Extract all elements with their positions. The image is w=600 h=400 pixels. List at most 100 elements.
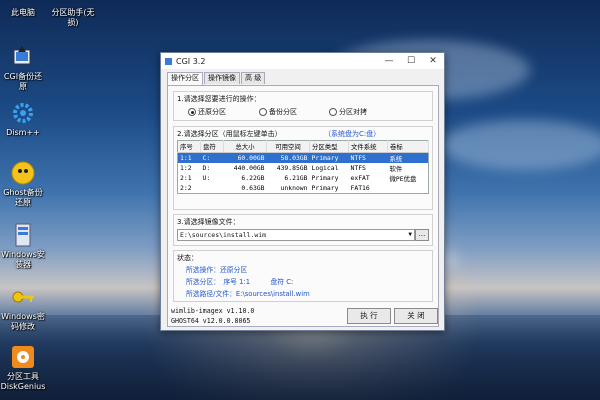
desktop-icon-label: 分区助手(无损) — [51, 8, 95, 27]
cell-total-size: 60.00GB — [223, 152, 267, 163]
app-icon — [165, 57, 172, 65]
cell-file-system: NTFS — [348, 152, 388, 163]
section2-label: 2.请选择分区（用鼠标左键单击） — [177, 130, 282, 138]
cell-partition-type: Primary — [311, 184, 339, 192]
cell-drive: U: — [202, 174, 211, 182]
image-path-select[interactable]: E:\sources\install.wim ▼ — [177, 229, 415, 241]
desktop-icon-label: Dism++ — [6, 128, 40, 137]
windows-installer-icon — [10, 222, 36, 248]
desktop-icon-partition-assistant[interactable]: 分区助手(无损) — [48, 0, 98, 28]
cell-total-size: 6.22GB — [241, 174, 265, 182]
desktop-icon-label: Ghost备份还原 — [3, 188, 43, 207]
cell-drive — [201, 183, 224, 194]
chevron-down-icon[interactable]: ▼ — [408, 230, 412, 240]
desktop-icon-label: CGI备份还原 — [3, 72, 43, 91]
radio-label: 备份分区 — [269, 108, 297, 116]
operate-partition-panel: 1.请选择您要进行的操作： 还原分区 备份分区 分区对拷 2.请选择分区（用鼠标… — [167, 85, 439, 327]
tab-advanced[interactable]: 高 级 — [241, 72, 266, 84]
execute-button[interactable]: 执 行 — [347, 308, 391, 324]
radio-dot — [329, 108, 337, 116]
radio-backup-partition[interactable]: 备份分区 — [259, 107, 297, 117]
wimlib-version: wimlib-imagex v1.10.0 — [171, 307, 255, 315]
cell-total-size: 0.63GB — [241, 184, 265, 192]
title-bar[interactable]: CGI 3.2 — ☐ ✕ — [161, 53, 444, 69]
cell-partition-type: Logical — [311, 164, 339, 172]
status-path: 所选路径/文件：E:\sources\install.wim — [186, 290, 310, 298]
table-row[interactable]: 2:1 U: 6.22GB 6.21GB Primary exFAT 微PE优盘 — [178, 173, 429, 183]
col-volume-label[interactable]: 卷标 — [387, 140, 429, 153]
cell-file-system: FAT16 — [350, 184, 370, 192]
col-total-size[interactable]: 总大小 — [223, 140, 267, 153]
browse-button[interactable]: ... — [415, 229, 429, 241]
cell-index: 2:1 — [180, 174, 192, 182]
desktop-icon-diskgenius[interactable]: 分区工具DiskGenius — [0, 344, 46, 392]
table-row[interactable]: 1:1 C: 60.00GB 58.03GB Primary NTFS 系统 — [177, 152, 429, 163]
desktop-icon-windows-installer[interactable]: Windows安装器 — [0, 222, 46, 270]
status-operation: 所选操作：还原分区 — [186, 266, 248, 274]
desktop-icon-label: 此电脑 — [11, 8, 35, 17]
cell-volume-label: 软件 — [389, 164, 403, 173]
desktop-icon-this-pc[interactable]: 此电脑 — [0, 0, 46, 18]
computer-icon — [10, 0, 36, 6]
cell-volume-label: 微PE优盘 — [389, 174, 417, 183]
cell-free-space: 439.85GB — [276, 164, 308, 172]
cell-index: 1:2 — [180, 164, 192, 172]
col-partition-type[interactable]: 分区类型 — [309, 140, 349, 153]
cell-free-space: 6.21GB — [284, 174, 308, 182]
col-index[interactable]: 序号 — [177, 140, 201, 153]
cell-free-space: unknown — [280, 184, 308, 192]
cell-partition-type: Primary — [311, 174, 339, 182]
radio-restore-partition[interactable]: 还原分区 — [188, 107, 226, 117]
table-row[interactable]: 2:2 0.63GB unknown Primary FAT16 — [178, 183, 429, 194]
cgi-backup-icon — [10, 44, 36, 70]
window-title: CGI 3.2 — [176, 56, 206, 66]
col-drive[interactable]: 盘符 — [200, 140, 224, 153]
col-file-system[interactable]: 文件系统 — [348, 140, 388, 153]
cell-drive: D: — [202, 164, 211, 172]
diskgenius-icon — [10, 344, 36, 370]
table-row[interactable]: 1:2 D: 440.00GB 439.85GB Logical NTFS 软件 — [178, 163, 429, 173]
col-free-space[interactable]: 可用空间 — [266, 140, 310, 153]
desktop-icon-dism[interactable]: Dism++ — [0, 100, 46, 138]
desktop-icon-ghost[interactable]: Ghost备份还原 — [0, 160, 46, 208]
image-group: 3.请选择镜像文件： E:\sources\install.wim ▼ ... — [173, 214, 433, 246]
ghost-icon — [10, 160, 36, 186]
table-header-row: 序号 盘符 总大小 可用空间 分区类型 文件系统 卷标 — [177, 140, 429, 153]
radio-dot — [188, 108, 196, 116]
cell-index: 1:1 — [177, 152, 201, 163]
partition-assistant-icon — [60, 0, 86, 6]
cell-total-size: 440.00GB — [233, 164, 265, 172]
tab-operate-image[interactable]: 操作镜像 — [204, 72, 240, 84]
cell-index: 2:2 — [180, 184, 192, 192]
radio-label: 分区对拷 — [339, 108, 367, 116]
cell-free-space: 58.03GB — [266, 152, 310, 163]
operation-group: 1.请选择您要进行的操作： 还原分区 备份分区 分区对拷 — [173, 91, 433, 121]
cell-file-system: NTFS — [350, 164, 366, 172]
cell-partition-type: Primary — [309, 152, 349, 163]
partition-group: 2.请选择分区（用鼠标左键单击） （系统盘为C:盘） 序号 盘符 总大小 可用空… — [173, 126, 433, 210]
tab-operate-partition[interactable]: 操作分区 — [167, 72, 203, 85]
key-icon — [10, 284, 36, 310]
desktop-icon-label: Windows安装器 — [1, 250, 45, 269]
desktop-icon-label: 分区工具DiskGenius — [0, 372, 46, 391]
status-partition: 所选分区： 序号 1:1 盘符 C: — [186, 278, 294, 286]
desktop-icon-cgi[interactable]: CGI备份还原 — [0, 44, 46, 92]
radio-label: 还原分区 — [198, 108, 226, 116]
radio-partition-copy[interactable]: 分区对拷 — [329, 107, 367, 117]
cell-volume-label: 系统 — [387, 152, 429, 163]
cell-drive: C: — [200, 152, 224, 163]
desktop-icon-password[interactable]: Windows密码修改 — [0, 284, 46, 332]
radio-dot — [259, 108, 267, 116]
desktop-icon-label: Windows密码修改 — [1, 312, 45, 331]
tab-bar: 操作分区 操作镜像 高 级 — [167, 72, 444, 85]
minimize-button[interactable]: — — [379, 53, 399, 69]
close-button[interactable]: 关 闭 — [394, 308, 438, 324]
maximize-button[interactable]: ☐ — [401, 53, 421, 69]
close-window-button[interactable]: ✕ — [423, 53, 443, 69]
cgi-window: CGI 3.2 — ☐ ✕ 操作分区 操作镜像 高 级 1.请选择您要进行的操作… — [160, 52, 445, 331]
cell-volume-label — [388, 183, 429, 194]
cloud — [440, 120, 600, 170]
system-disk-note: （系统盘为C:盘） — [324, 130, 381, 138]
image-path-value: E:\sources\install.wim — [180, 231, 267, 239]
cell-file-system: exFAT — [350, 174, 370, 182]
